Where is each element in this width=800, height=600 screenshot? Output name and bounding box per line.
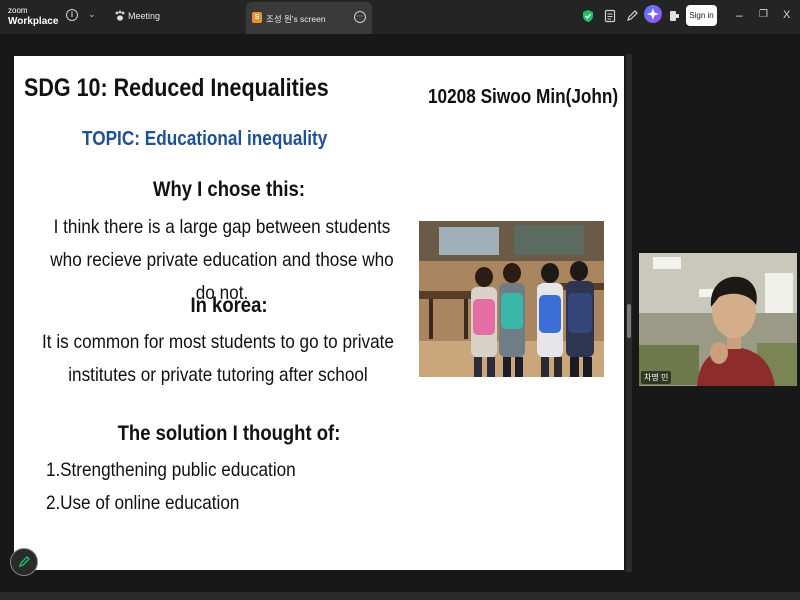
solution-text: Strengthening public education	[60, 459, 296, 481]
annotate-icon	[18, 556, 30, 568]
document-icon[interactable]	[603, 9, 617, 23]
sign-in-button[interactable]: Sign in	[686, 5, 717, 26]
info-icon[interactable]: i	[66, 9, 78, 21]
solution-heading: The solution I thought of:	[117, 422, 341, 445]
solution-number: 2.	[46, 492, 61, 514]
annotate-button[interactable]	[10, 548, 38, 576]
solution-number: 1.	[46, 459, 61, 481]
logo-line2: Workplace	[8, 16, 59, 27]
chevron-down-icon[interactable]: ⌄	[88, 9, 96, 20]
slide-title: SDG 10: Reduced Inequalities	[24, 74, 329, 102]
solution-text: Use of online education	[60, 492, 240, 514]
participant-video-feed	[639, 253, 797, 386]
slide-topic: TOPIC: Educational inequality	[82, 128, 328, 150]
more-icon[interactable]: ⋯	[354, 11, 366, 23]
classroom-photo	[419, 221, 604, 377]
close-button[interactable]: X	[783, 8, 790, 22]
slide-author: 10208 Siwoo Min(John)	[427, 86, 618, 108]
participant-video[interactable]: 차명 민	[639, 253, 797, 386]
logo-line1: zoom	[8, 6, 28, 15]
paw-icon	[115, 10, 125, 21]
shield-icon[interactable]	[581, 9, 595, 23]
bottom-strip	[0, 592, 800, 600]
share-badge: S	[252, 12, 262, 23]
korea-heading: In korea:	[190, 294, 268, 317]
solution-list: 1.Strengthening public education 2.Use o…	[46, 454, 330, 520]
shared-slide: SDG 10: Reduced Inequalities 10208 Siwoo…	[14, 56, 624, 570]
phone-icon[interactable]	[667, 9, 681, 23]
copilot-icon[interactable]	[644, 5, 662, 23]
tab-meeting-label: Meeting	[128, 11, 161, 21]
why-heading: Why I chose this:	[153, 178, 305, 201]
restore-button[interactable]: ❐	[759, 8, 768, 22]
solution-item: 1.Strengthening public education	[46, 454, 296, 487]
share-scrollbar-thumb[interactable]	[627, 304, 631, 338]
tab-shared-screen[interactable]: S 조성 원's screen ⋯	[246, 2, 372, 34]
minimize-button[interactable]: –	[736, 8, 743, 22]
tab-shared-screen-label: 조성 원's screen	[266, 14, 326, 24]
participant-name: 차명 민	[641, 371, 672, 384]
share-scrollbar[interactable]	[626, 54, 632, 572]
solution-item: 2.Use of online education	[46, 487, 296, 520]
tab-meeting[interactable]: Meeting	[106, 0, 246, 34]
pen-icon[interactable]	[625, 9, 639, 23]
share-stage: SDG 10: Reduced Inequalities 10208 Siwoo…	[0, 34, 800, 600]
zoom-logo: zoom Workplace	[8, 6, 58, 27]
title-bar: zoom Workplace i ⌄ Meeting S 조성 원's scre…	[0, 0, 800, 34]
korea-text: It is common for most students to go to …	[42, 331, 394, 386]
